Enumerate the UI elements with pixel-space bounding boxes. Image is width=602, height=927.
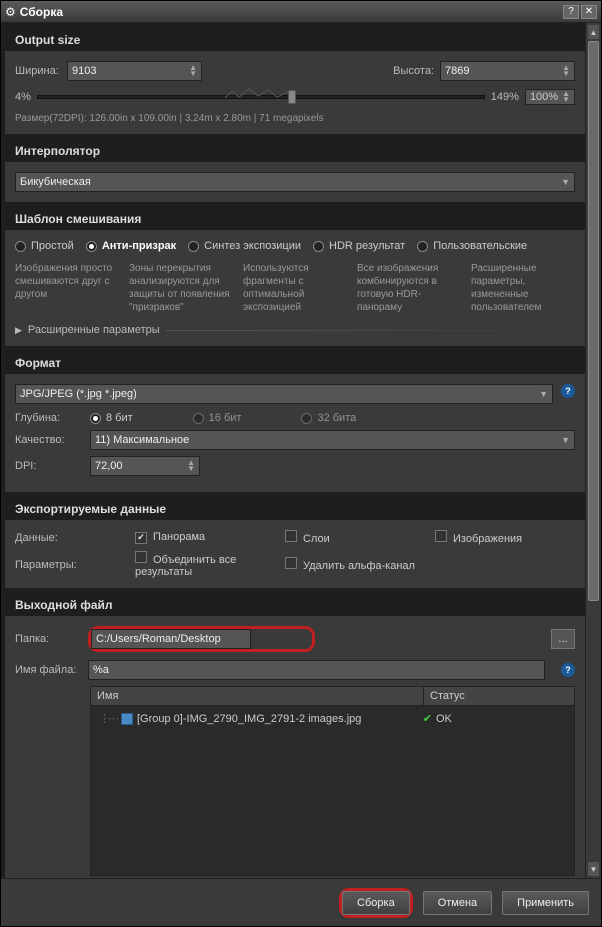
help-button[interactable]: ? xyxy=(563,5,579,19)
blend-hdr[interactable]: HDR результат xyxy=(313,240,405,252)
apply-button[interactable]: Применить xyxy=(502,891,589,915)
pct-input[interactable]: 100%▲▼ xyxy=(525,89,575,105)
blend-simple[interactable]: Простой xyxy=(15,240,74,252)
pct-right: 149% xyxy=(491,91,519,103)
depth-label: Глубина: xyxy=(15,412,90,424)
gear-icon: ⚙ xyxy=(5,5,16,19)
scroll-down-icon[interactable]: ▼ xyxy=(588,862,599,876)
scroll-up-icon[interactable]: ▲ xyxy=(588,25,599,39)
browse-button[interactable]: ... xyxy=(551,629,575,649)
blend-custom[interactable]: Пользовательские xyxy=(417,240,527,252)
output-file-heading: Выходной файл xyxy=(5,592,585,616)
file-table: Имя Статус ⋮⋯ [Group 0]-IMG_2790_IMG_279… xyxy=(90,686,575,876)
help-icon[interactable]: ? xyxy=(561,384,575,398)
output-size-heading: Output size xyxy=(5,27,585,51)
interpolator-select[interactable]: Бикубическая▼ xyxy=(15,172,575,192)
col-status[interactable]: Статус xyxy=(424,687,574,705)
depth-16[interactable]: 16 бит xyxy=(193,412,242,424)
blend-exposure[interactable]: Синтез экспозиции xyxy=(188,240,301,252)
export-heading: Экспортируемые данные xyxy=(5,496,585,520)
help-icon[interactable]: ? xyxy=(561,663,575,677)
dpi-label: DPI: xyxy=(15,460,90,472)
blend-antighost[interactable]: Анти-призрак xyxy=(86,240,176,252)
check-panorama[interactable]: Панорама xyxy=(135,531,275,544)
height-input[interactable]: 7869▲▼ xyxy=(440,61,575,81)
pct-left: 4% xyxy=(15,91,31,103)
blend-desc-0: Изображения просто смешиваются друг с др… xyxy=(15,262,119,314)
blend-desc-3: Все изображения комбинируются в готовую … xyxy=(357,262,461,314)
blend-desc-1: Зоны перекрытия анализируются для защиты… xyxy=(129,262,233,314)
width-input[interactable]: 9103▲▼ xyxy=(67,61,202,81)
advanced-params-toggle[interactable]: ▶ Расширенные параметры xyxy=(15,324,575,336)
size-info: Размер(72DPI): 126.00in x 109.00in | 3.2… xyxy=(15,113,575,124)
file-row[interactable]: ⋮⋯ [Group 0]-IMG_2790_IMG_2791-2 images.… xyxy=(95,710,570,727)
params-label: Параметры: xyxy=(15,559,125,571)
col-name[interactable]: Имя xyxy=(91,687,424,705)
folder-input[interactable] xyxy=(91,629,251,649)
format-heading: Формат xyxy=(5,350,585,374)
blend-heading: Шаблон смешивания xyxy=(5,206,585,230)
blend-desc-4: Расширенные параметры, измененные пользо… xyxy=(471,262,575,314)
chevron-right-icon: ▶ xyxy=(15,325,22,336)
check-images[interactable]: Изображения xyxy=(435,530,575,545)
close-button[interactable]: ✕ xyxy=(581,5,597,19)
cancel-button[interactable]: Отмена xyxy=(423,891,492,915)
scrollbar[interactable]: ▲ ▼ xyxy=(585,23,601,878)
height-label: Высота: xyxy=(393,65,434,77)
build-button[interactable]: Сборка xyxy=(342,891,410,915)
check-merge[interactable]: Объединить все результаты xyxy=(135,551,275,578)
folder-label: Папка: xyxy=(15,633,80,645)
data-label: Данные: xyxy=(15,532,125,544)
quality-label: Качество: xyxy=(15,434,90,446)
blend-desc-2: Используются фрагменты с оптимальной экс… xyxy=(243,262,347,314)
format-select[interactable]: JPG/JPEG (*.jpg *.jpeg)▼ xyxy=(15,384,553,404)
window-title: Сборка xyxy=(20,5,561,19)
size-slider[interactable] xyxy=(37,95,485,99)
depth-32[interactable]: 32 бита xyxy=(301,412,356,424)
filename-input[interactable] xyxy=(88,660,545,680)
dpi-input[interactable]: 72,00▲▼ xyxy=(90,456,200,476)
scrollbar-thumb[interactable] xyxy=(588,41,599,601)
interpolator-heading: Интерполятор xyxy=(5,138,585,162)
check-layers[interactable]: Слои xyxy=(285,530,425,545)
filename-label: Имя файла: xyxy=(15,664,80,676)
width-label: Ширина: xyxy=(15,65,67,77)
check-alpha[interactable]: Удалить альфа-канал xyxy=(285,557,425,572)
quality-select[interactable]: 11) Максимальное▼ xyxy=(90,430,575,450)
depth-8[interactable]: 8 бит xyxy=(90,412,133,424)
file-icon xyxy=(121,713,133,725)
